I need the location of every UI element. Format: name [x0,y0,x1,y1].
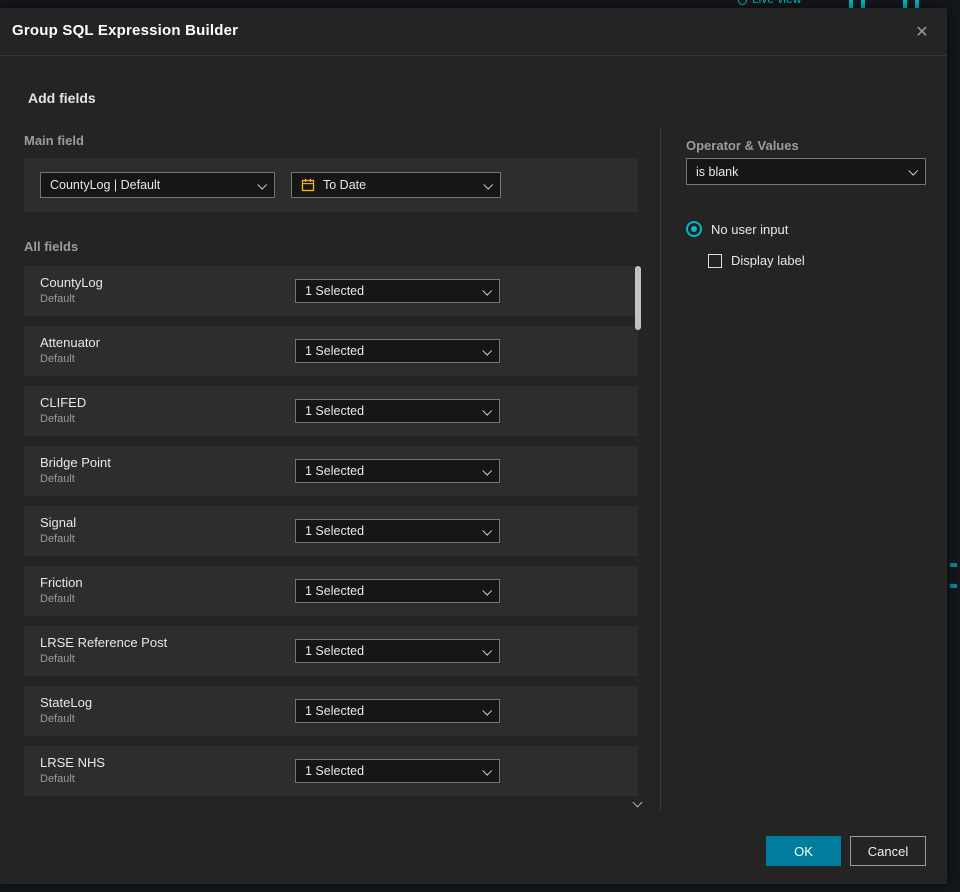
main-field-select-value: CountyLog | Default [50,178,161,192]
field-row: LRSE NHS Default 1 Selected [24,746,638,796]
scroll-down-icon[interactable] [632,797,643,808]
screen: Live view Group SQL Expression Builder ✕… [0,0,960,892]
no-user-input-label: No user input [711,221,789,237]
operator-values-label: Operator & Values [686,138,799,153]
field-subtitle: Default [40,353,75,365]
field-row: CLIFED Default 1 Selected [24,386,638,436]
chevron-down-icon [257,179,268,190]
operator-select[interactable]: is blank [686,158,926,185]
field-name: Attenuator [40,335,100,350]
main-field-label: Main field [24,133,84,148]
field-subtitle: Default [40,473,75,485]
chevron-down-icon [482,465,493,476]
display-label-text: Display label [731,253,805,268]
field-row: Signal Default 1 Selected [24,506,638,556]
scrollbar-thumb[interactable] [635,266,641,330]
field-subtitle: Default [40,413,75,425]
group-sql-expression-builder-dialog: Group SQL Expression Builder ✕ Add field… [0,8,947,884]
field-row: Friction Default 1 Selected [24,566,638,616]
live-view-label: Live view [752,0,801,6]
field-values-select[interactable]: 1 Selected [295,579,500,603]
field-values-select[interactable]: 1 Selected [295,519,500,543]
field-row: LRSE Reference Post Default 1 Selected [24,626,638,676]
field-subtitle: Default [40,773,75,785]
field-row: CountyLog Default 1 Selected [24,266,638,316]
main-field-select[interactable]: CountyLog | Default [40,172,275,198]
live-view-icon [738,0,747,5]
chevron-down-icon [483,179,494,190]
selected-count: 1 Selected [305,284,365,298]
date-type-select[interactable]: To Date [291,172,501,198]
date-type-select-value: To Date [323,178,367,192]
add-fields-title: Add fields [28,90,96,106]
chevron-down-icon [482,285,493,296]
field-row: StateLog Default 1 Selected [24,686,638,736]
field-name: StateLog [40,695,93,710]
chevron-down-icon [482,345,493,356]
chevron-down-icon [482,645,493,656]
display-label-checkbox[interactable] [708,253,722,268]
selected-count: 1 Selected [305,524,365,538]
field-row: Bridge Point Default 1 Selected [24,446,638,496]
backdrop-accent [950,584,957,588]
calendar-icon [301,178,315,192]
chevron-down-icon [482,765,493,776]
display-label-option[interactable]: Display label [708,253,805,268]
selected-count: 1 Selected [305,644,365,658]
field-name: CountyLog [40,275,103,290]
field-name: Signal [40,515,77,530]
field-subtitle: Default [40,713,75,725]
field-name: Friction [40,575,83,590]
toolbar-bar-icon [915,0,919,8]
backdrop-accent [950,563,957,567]
selected-count: 1 Selected [305,344,365,358]
toolbar-bar-icon [861,0,865,8]
toolbar-bar-icon [849,0,853,8]
chevron-down-icon [482,405,493,416]
field-values-select[interactable]: 1 Selected [295,759,500,783]
all-fields-label: All fields [24,239,79,254]
chevron-down-icon [482,585,493,596]
selected-count: 1 Selected [305,584,365,598]
field-values-select[interactable]: 1 Selected [295,399,500,423]
field-values-select[interactable]: 1 Selected [295,459,500,483]
backdrop-toolbar: Live view [0,0,960,8]
no-user-input-option[interactable]: No user input [686,221,788,237]
cancel-button[interactable]: Cancel [850,836,926,866]
field-subtitle: Default [40,653,75,665]
chevron-down-icon [482,525,493,536]
selected-count: 1 Selected [305,404,365,418]
all-fields-list: CountyLog Default 1 Selected Attenuator … [24,266,638,796]
field-name: Bridge Point [40,455,111,470]
close-icon[interactable]: ✕ [909,20,935,46]
no-user-input-radio[interactable] [686,221,702,237]
chevron-down-icon [482,705,493,716]
scrollbar[interactable] [632,266,643,808]
toolbar-bar-icon [903,0,907,8]
operator-select-value: is blank [696,164,739,179]
field-name: LRSE Reference Post [40,635,168,650]
selected-count: 1 Selected [305,764,365,778]
field-name: LRSE NHS [40,755,106,770]
vertical-divider [660,128,661,810]
field-values-select[interactable]: 1 Selected [295,339,500,363]
field-subtitle: Default [40,293,75,305]
selected-count: 1 Selected [305,464,365,478]
field-row: Attenuator Default 1 Selected [24,326,638,376]
field-name: CLIFED [40,395,87,410]
field-values-select[interactable]: 1 Selected [295,279,500,303]
chevron-down-icon [908,165,919,176]
field-values-select[interactable]: 1 Selected [295,639,500,663]
field-subtitle: Default [40,593,75,605]
dialog-title: Group SQL Expression Builder [12,22,239,39]
ok-button[interactable]: OK [766,836,841,866]
field-values-select[interactable]: 1 Selected [295,699,500,723]
main-field-panel: CountyLog | Default To Date [24,158,638,212]
field-subtitle: Default [40,533,75,545]
selected-count: 1 Selected [305,704,365,718]
dialog-header: Group SQL Expression Builder ✕ [0,8,947,56]
